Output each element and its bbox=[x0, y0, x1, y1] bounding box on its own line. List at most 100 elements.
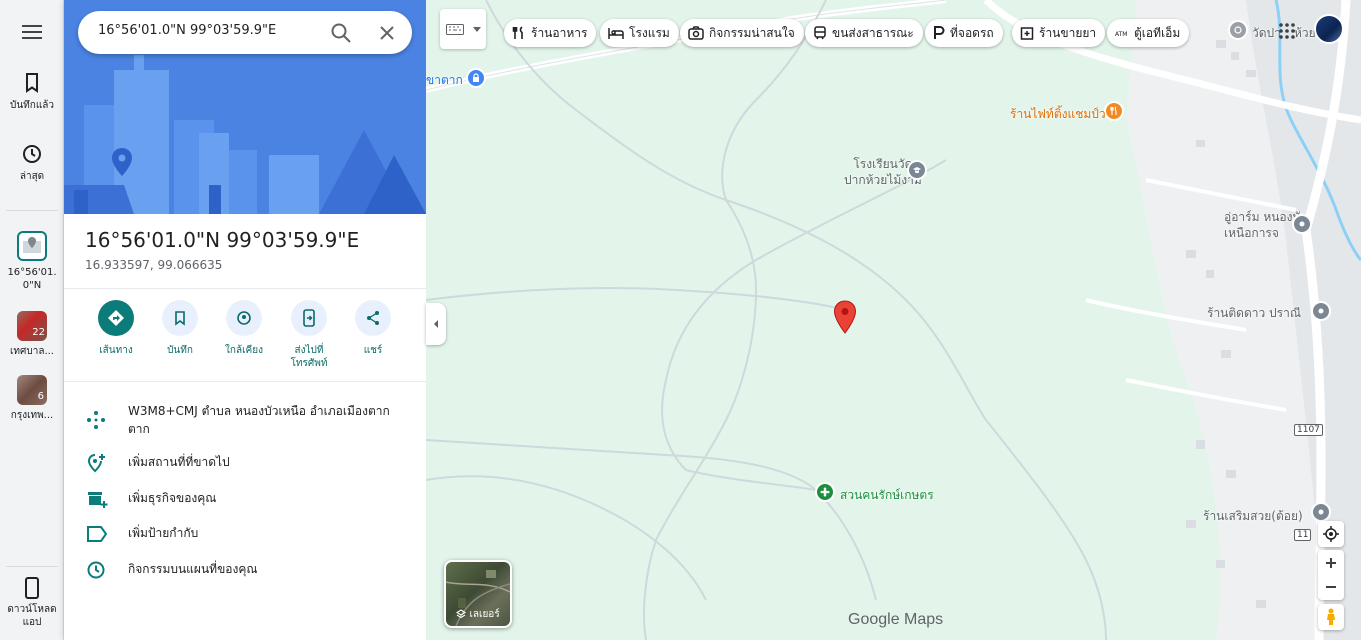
rail-divider bbox=[6, 566, 58, 567]
add-business-label: เพิ่มธุรกิจของคุณ bbox=[128, 491, 217, 505]
apps-grid-icon[interactable] bbox=[1278, 22, 1296, 40]
chip-things-to-do[interactable]: กิจกรรมน่าสนใจ bbox=[680, 19, 804, 47]
temple-poi-icon[interactable] bbox=[1228, 20, 1248, 40]
download-app-label: ดาวน์โหลด แอป bbox=[7, 604, 57, 628]
chevron-left-icon bbox=[434, 320, 438, 328]
history-item-coords[interactable] bbox=[17, 231, 47, 261]
map-canvas[interactable]: ขาตาก ร้านไฟท์ติ้งแชมป์ว โรงเรียนวัด ปาก… bbox=[426, 0, 1361, 640]
temple-icon bbox=[1234, 26, 1242, 34]
history-item-municipality[interactable]: 22 bbox=[17, 311, 47, 341]
history-badge: 6 bbox=[37, 391, 44, 402]
zoom-out-icon[interactable] bbox=[1325, 581, 1337, 593]
map-label-store-2[interactable]: ร้านติดดาว ปราณี bbox=[1207, 304, 1301, 323]
chip-pharmacy[interactable]: ร้านขายยา bbox=[1012, 19, 1106, 47]
send-to-phone-label: ส่งไปที่ โทรศัพท์ bbox=[290, 345, 328, 369]
avatar[interactable] bbox=[1314, 14, 1344, 44]
road-number-sign: 11 bbox=[1294, 529, 1312, 541]
zoom-in-icon[interactable] bbox=[1325, 557, 1337, 569]
history-label-municipality[interactable]: เทศบาล... bbox=[0, 345, 64, 358]
left-rail: บันทึกแล้ว ล่าสุด 16°56'01. 0"N 22 เทศบา… bbox=[0, 0, 64, 640]
bookmark-icon bbox=[175, 311, 185, 326]
pegman-icon bbox=[1327, 608, 1335, 625]
transit-poi-icon[interactable] bbox=[466, 68, 486, 88]
school-poi-icon[interactable] bbox=[907, 160, 927, 180]
park-poi-icon[interactable] bbox=[815, 482, 835, 502]
restaurant-poi-icon[interactable] bbox=[1104, 101, 1124, 121]
svg-text:ATM: ATM bbox=[1115, 31, 1127, 38]
my-location-button[interactable] bbox=[1318, 521, 1344, 547]
search-box[interactable] bbox=[78, 11, 412, 54]
nearby-label: ใกล้เคียง bbox=[225, 345, 263, 356]
share-icon bbox=[367, 311, 379, 325]
chip-transit[interactable]: ขนส่งสาธารณะ bbox=[805, 19, 923, 47]
history-item-bangkok[interactable]: 6 bbox=[17, 375, 47, 405]
history-label-bangkok[interactable]: กรุงเทพ... bbox=[0, 409, 64, 422]
restaurant-icon bbox=[512, 26, 523, 39]
map-label-park[interactable]: สวนคนรักษ์เกษตร bbox=[840, 486, 934, 505]
saved-label: บันทึกแล้ว bbox=[9, 100, 55, 111]
chip-label: ร้านอาหาร bbox=[531, 25, 588, 40]
map-label-top-left[interactable]: ขาตาก bbox=[426, 71, 463, 90]
send-to-phone-button[interactable]: ส่งไปที่ โทรศัพท์ bbox=[277, 300, 341, 370]
directions-icon bbox=[108, 310, 124, 326]
directions-button[interactable]: เส้นทาง bbox=[84, 300, 148, 357]
directions-label: เส้นทาง bbox=[99, 345, 133, 356]
pin-icon bbox=[1318, 308, 1324, 314]
add-missing-place-label: เพิ่มสถานที่ที่ขาดไป bbox=[128, 455, 230, 469]
layers-button[interactable]: เลเยอร์ bbox=[444, 560, 512, 628]
recent-label: ล่าสุด bbox=[19, 171, 45, 182]
search-input[interactable] bbox=[98, 23, 318, 38]
camera-icon bbox=[688, 26, 704, 40]
map-label-top-right[interactable]: วัดปา bbox=[1252, 24, 1281, 43]
save-button[interactable]: บันทึก bbox=[148, 300, 212, 357]
chevron-down-icon bbox=[473, 27, 481, 32]
nearby-icon bbox=[237, 311, 251, 325]
chip-restaurants[interactable]: ร้านอาหาร bbox=[504, 19, 597, 47]
flower-icon bbox=[820, 487, 830, 497]
layers-text: เลเยอร์ bbox=[469, 609, 500, 620]
plus-code-text: W3M8+CMJ ตำบล หนองบัวเหนือ อำเภอเมืองตาก… bbox=[128, 404, 390, 436]
history-label-coords[interactable]: 16°56'01. 0"N bbox=[0, 266, 64, 292]
location-target-icon bbox=[1323, 526, 1339, 542]
chip-atm[interactable]: ATM ตู้เอทีเอ็ม bbox=[1107, 19, 1190, 47]
lock-icon bbox=[473, 73, 479, 82]
recent-button[interactable]: ล่าสุด bbox=[0, 143, 64, 184]
map-label-store-3[interactable]: ร้านเสริมสวย(ต้อย) bbox=[1203, 507, 1303, 526]
chip-parking[interactable]: ที่จอดรถ bbox=[925, 19, 1003, 47]
add-label-label: เพิ่มป้ายกำกับ bbox=[128, 526, 199, 540]
history-icon bbox=[87, 561, 105, 579]
map-pin-marker-icon[interactable] bbox=[833, 300, 857, 334]
store-poi-icon[interactable] bbox=[1311, 301, 1331, 321]
hero-illustration bbox=[64, 0, 426, 214]
store-poi-icon[interactable] bbox=[1292, 214, 1312, 234]
street-view-button[interactable] bbox=[1318, 604, 1344, 630]
pin-icon bbox=[1299, 221, 1305, 227]
chip-hotels[interactable]: โรงแรม bbox=[600, 19, 679, 47]
store-poi-icon[interactable] bbox=[1311, 502, 1331, 522]
bookmark-icon bbox=[26, 73, 38, 93]
menu-icon[interactable] bbox=[20, 22, 44, 42]
history-badge: 22 bbox=[32, 327, 45, 338]
map-pin-icon bbox=[23, 237, 41, 253]
chip-label: โรงแรม bbox=[629, 25, 670, 40]
share-label: แชร์ bbox=[363, 345, 383, 356]
saved-button[interactable]: บันทึกแล้ว bbox=[0, 72, 64, 113]
hotel-icon bbox=[608, 28, 624, 39]
chip-label: กิจกรรมน่าสนใจ bbox=[709, 25, 795, 40]
pin-icon bbox=[1318, 509, 1324, 515]
share-button[interactable]: แชร์ bbox=[341, 300, 405, 357]
map-label-restaurant[interactable]: ร้านไฟท์ติ้งแชมป์ว bbox=[1010, 105, 1106, 124]
plus-code-icon bbox=[87, 411, 105, 429]
collapse-panel-button[interactable] bbox=[426, 303, 446, 345]
place-title: 16°56'01.0"N 99°03'59.9"E bbox=[85, 228, 360, 252]
search-icon[interactable] bbox=[330, 22, 352, 44]
nearby-button[interactable]: ใกล้เคียง bbox=[212, 300, 276, 357]
road-number-sign: 1107 bbox=[1294, 424, 1323, 436]
close-icon[interactable] bbox=[377, 23, 397, 43]
chip-label: ร้านขายยา bbox=[1039, 25, 1097, 40]
map-activity-label: กิจกรรมบนแผนที่ของคุณ bbox=[128, 562, 258, 576]
place-coordinates: 16.933597, 99.066635 bbox=[85, 258, 223, 272]
input-tools-button[interactable] bbox=[440, 9, 486, 49]
add-business-icon bbox=[88, 492, 108, 508]
download-app-button[interactable]: ดาวน์โหลด แอป bbox=[0, 577, 64, 629]
